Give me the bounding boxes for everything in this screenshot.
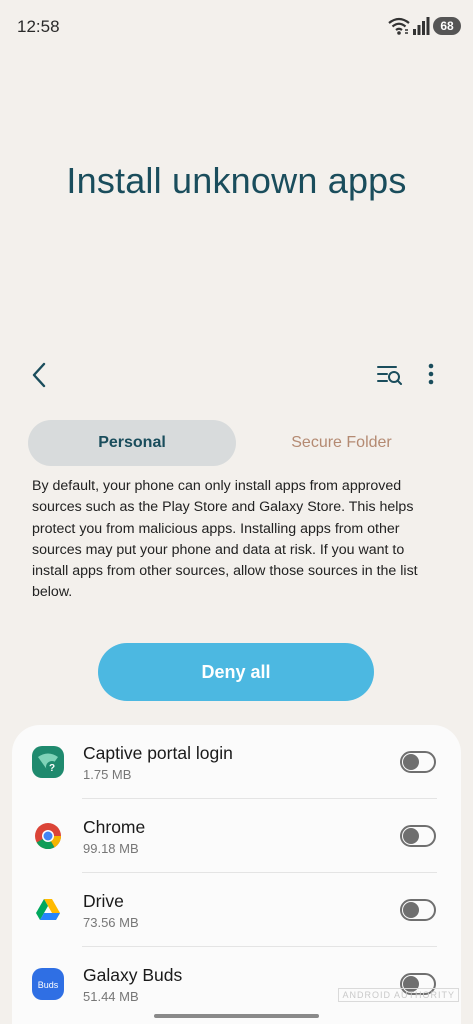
app-name: Drive	[83, 891, 124, 911]
app-size: 51.44 MB	[83, 989, 139, 1004]
drive-icon	[32, 894, 64, 926]
list-search-icon	[377, 366, 402, 385]
back-button[interactable]	[26, 360, 56, 390]
deny-all-button[interactable]: Deny all	[98, 643, 374, 701]
chevron-left-icon	[32, 362, 46, 388]
app-size: 73.56 MB	[83, 915, 139, 930]
list-item[interactable]: Buds Galaxy Buds 51.44 MB	[12, 947, 461, 1021]
signal-icon	[413, 17, 430, 35]
toggle-switch[interactable]	[400, 751, 436, 773]
battery-level-badge: 68	[433, 17, 461, 35]
toggle-knob	[403, 828, 419, 844]
app-list: ? Captive portal login 1.75 MB Chrome 99…	[12, 725, 461, 1024]
tab-personal[interactable]: Personal	[28, 420, 236, 466]
description-text: By default, your phone can only install …	[32, 478, 418, 601]
search-settings-button[interactable]	[376, 362, 404, 388]
svg-text:?: ?	[49, 763, 55, 774]
list-item[interactable]: Drive 73.56 MB	[12, 873, 461, 947]
status-time: 12:58	[17, 17, 60, 36]
wifi-icon	[388, 17, 410, 35]
status-bar: 12:58 68	[0, 0, 473, 52]
more-vertical-icon	[428, 363, 434, 385]
page-title: Install unknown apps	[66, 160, 407, 201]
tab-secure-folder[interactable]: Secure Folder	[244, 420, 439, 466]
more-options-button[interactable]	[420, 360, 442, 390]
screen: 12:58 68 Install unknown apps Personal S…	[0, 0, 473, 1024]
app-name: Galaxy Buds	[83, 965, 183, 985]
toggle-knob	[403, 754, 419, 770]
home-indicator[interactable]	[154, 1014, 319, 1018]
app-name: Captive portal login	[83, 743, 233, 763]
galaxy-buds-icon: Buds	[32, 968, 64, 1000]
toggle-switch[interactable]	[400, 825, 436, 847]
toggle-knob	[403, 902, 419, 918]
buds-icon-text: Buds	[38, 980, 59, 990]
toggle-switch[interactable]	[400, 899, 436, 921]
list-item[interactable]: Chrome 99.18 MB	[12, 799, 461, 873]
chrome-icon	[32, 820, 64, 852]
list-item[interactable]: ? Captive portal login 1.75 MB	[12, 725, 461, 799]
captive-portal-icon: ?	[32, 746, 64, 778]
app-name: Chrome	[83, 817, 146, 837]
app-size: 1.75 MB	[83, 767, 132, 782]
app-size: 99.18 MB	[83, 841, 139, 856]
watermark: ANDROID AUTHORITY	[338, 988, 459, 1002]
